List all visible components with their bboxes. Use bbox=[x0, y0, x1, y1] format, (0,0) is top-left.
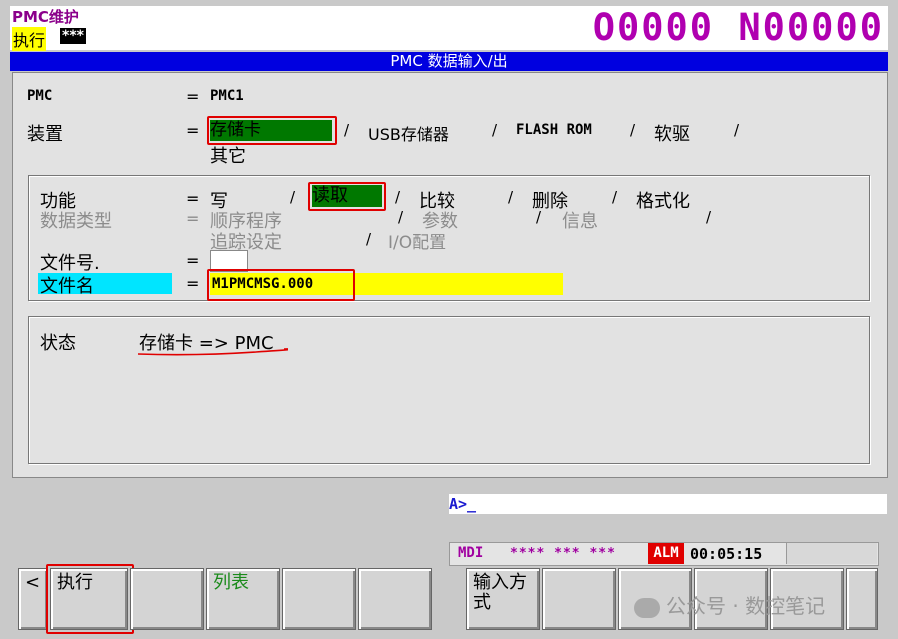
mode-title: PMC维护 bbox=[12, 8, 79, 26]
device-sep-2: / bbox=[492, 121, 498, 139]
softkey-list-button[interactable]: 列表 bbox=[206, 568, 280, 630]
status-strip: MDI **** *** *** ALM 00:05:15 bbox=[449, 542, 879, 566]
data-type-sep-1: / bbox=[398, 208, 404, 226]
alarm-badge: ALM bbox=[648, 543, 684, 564]
function-sep-2: / bbox=[395, 188, 401, 206]
watermark-text: 公众号 · 数控笔记 bbox=[666, 594, 826, 618]
softkey-input-method-button[interactable]: 输入方式 bbox=[466, 568, 540, 630]
status-time: 00:05:15 bbox=[690, 545, 763, 563]
data-type-option-io-config[interactable]: I/O配置 bbox=[388, 228, 446, 253]
function-sep-4: / bbox=[612, 188, 618, 206]
file-name-eq: = bbox=[186, 274, 200, 293]
data-type-label: 数据类型 bbox=[40, 211, 112, 232]
wechat-icon bbox=[634, 597, 660, 618]
exec-status-label: 执行 bbox=[12, 27, 47, 51]
execute-highlight-box bbox=[46, 564, 134, 634]
status-blank bbox=[786, 543, 877, 564]
device-option-flash-rom[interactable]: FLASH ROM bbox=[516, 122, 592, 138]
function-sep-3: / bbox=[508, 188, 514, 206]
file-name-label: 文件名 bbox=[40, 276, 94, 297]
pmc-value[interactable]: PMC1 bbox=[210, 88, 244, 104]
softkey-next-button[interactable] bbox=[846, 568, 878, 630]
softkey-4-button[interactable] bbox=[282, 568, 356, 630]
status-mode: MDI bbox=[458, 545, 484, 561]
softkey-back-button[interactable]: < bbox=[18, 568, 48, 630]
device-sep-3: / bbox=[630, 121, 636, 139]
device-eq: = bbox=[186, 121, 200, 140]
data-type-sep-2: / bbox=[536, 208, 542, 226]
device-option-floppy[interactable]: 软驱 bbox=[654, 120, 690, 146]
device-option-other[interactable]: 其它 bbox=[210, 142, 246, 168]
command-input-line[interactable]: A>_ bbox=[449, 494, 887, 514]
data-type-sep-4: / bbox=[366, 230, 372, 248]
data-type-eq: = bbox=[186, 209, 200, 228]
function-eq: = bbox=[186, 189, 200, 208]
screen-title: PMC 数据输入/出 bbox=[10, 52, 888, 71]
watermark: 公众号 · 数控笔记 bbox=[634, 590, 825, 619]
data-type-sep-3: / bbox=[706, 208, 712, 226]
function-highlight-box bbox=[308, 182, 386, 211]
device-label: 装置 bbox=[27, 124, 63, 145]
file-name-highlight-box bbox=[207, 269, 355, 301]
function-option-format[interactable]: 格式化 bbox=[636, 187, 690, 213]
program-number: O0000 N00000 bbox=[592, 6, 884, 49]
status-label: 状态 bbox=[40, 333, 76, 354]
softkey-7-button[interactable] bbox=[542, 568, 616, 630]
pmc-eq: = bbox=[186, 87, 200, 106]
top-header: PMC维护 执行 *** O0000 N00000 bbox=[10, 6, 888, 51]
file-number-eq: = bbox=[186, 251, 200, 270]
data-type-option-message[interactable]: 信息 bbox=[562, 207, 598, 233]
device-sep-4: / bbox=[734, 121, 740, 139]
status-underline bbox=[137, 348, 288, 356]
device-option-usb[interactable]: USB存储器 bbox=[368, 121, 449, 145]
device-highlight-box bbox=[207, 116, 337, 145]
exec-status-stars: *** bbox=[60, 28, 86, 44]
device-sep-1: / bbox=[344, 121, 350, 139]
function-sep-1: / bbox=[290, 188, 296, 206]
softkey-5-button[interactable] bbox=[358, 568, 432, 630]
status-stars: **** *** *** bbox=[510, 546, 616, 561]
pmc-label: PMC bbox=[27, 88, 53, 104]
softkey-2-button[interactable] bbox=[130, 568, 204, 630]
